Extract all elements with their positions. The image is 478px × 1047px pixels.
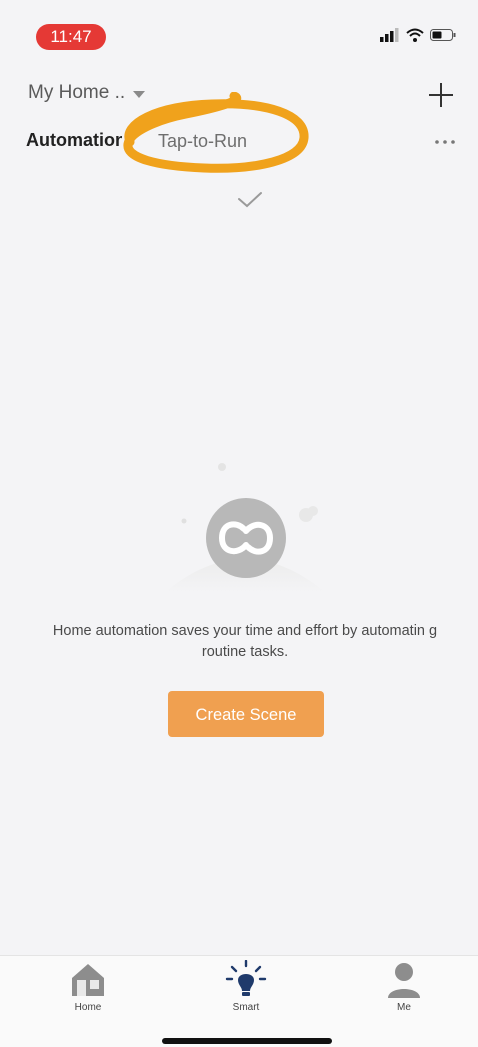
lightbulb-icon <box>225 960 267 996</box>
home-icon <box>72 964 104 996</box>
tab-bar-smart[interactable]: Smart <box>206 960 286 1013</box>
tab-bar-home[interactable]: Home <box>48 960 128 1013</box>
cellular-signal-icon <box>380 28 399 42</box>
check-icon <box>238 192 262 208</box>
status-time: 11:47 <box>36 24 106 50</box>
create-scene-button[interactable]: Create Scene <box>168 691 324 737</box>
home-indicator <box>162 1038 332 1044</box>
status-icons <box>380 28 456 42</box>
battery-icon <box>430 29 456 41</box>
home-selector[interactable]: My Home .. <box>28 82 146 104</box>
person-icon <box>388 963 420 998</box>
status-bar: 11:47 <box>0 0 478 70</box>
bottom-tab-bar: Home Smart Me <box>0 955 478 1047</box>
chevron-down-icon <box>133 90 146 98</box>
tab-automation[interactable]: Automation <box>26 130 122 151</box>
tab-tap-to-run[interactable]: Tap-to-Run <box>158 131 247 152</box>
empty-state-illustration <box>164 463 326 593</box>
tab-bar-label: Home <box>74 1002 102 1013</box>
tab-bar-label: Smart <box>232 1002 260 1013</box>
more-icon[interactable] <box>432 132 458 152</box>
empty-state-message: Home automation saves your time and effo… <box>52 623 438 660</box>
home-name: My Home .. <box>28 82 126 103</box>
wifi-icon <box>406 28 424 42</box>
add-icon[interactable] <box>426 80 456 110</box>
tab-bar-me[interactable]: Me <box>364 960 444 1013</box>
tab-bar-label: Me <box>397 1002 411 1013</box>
tab-strip: Automation Tap-to-Run <box>0 128 478 158</box>
